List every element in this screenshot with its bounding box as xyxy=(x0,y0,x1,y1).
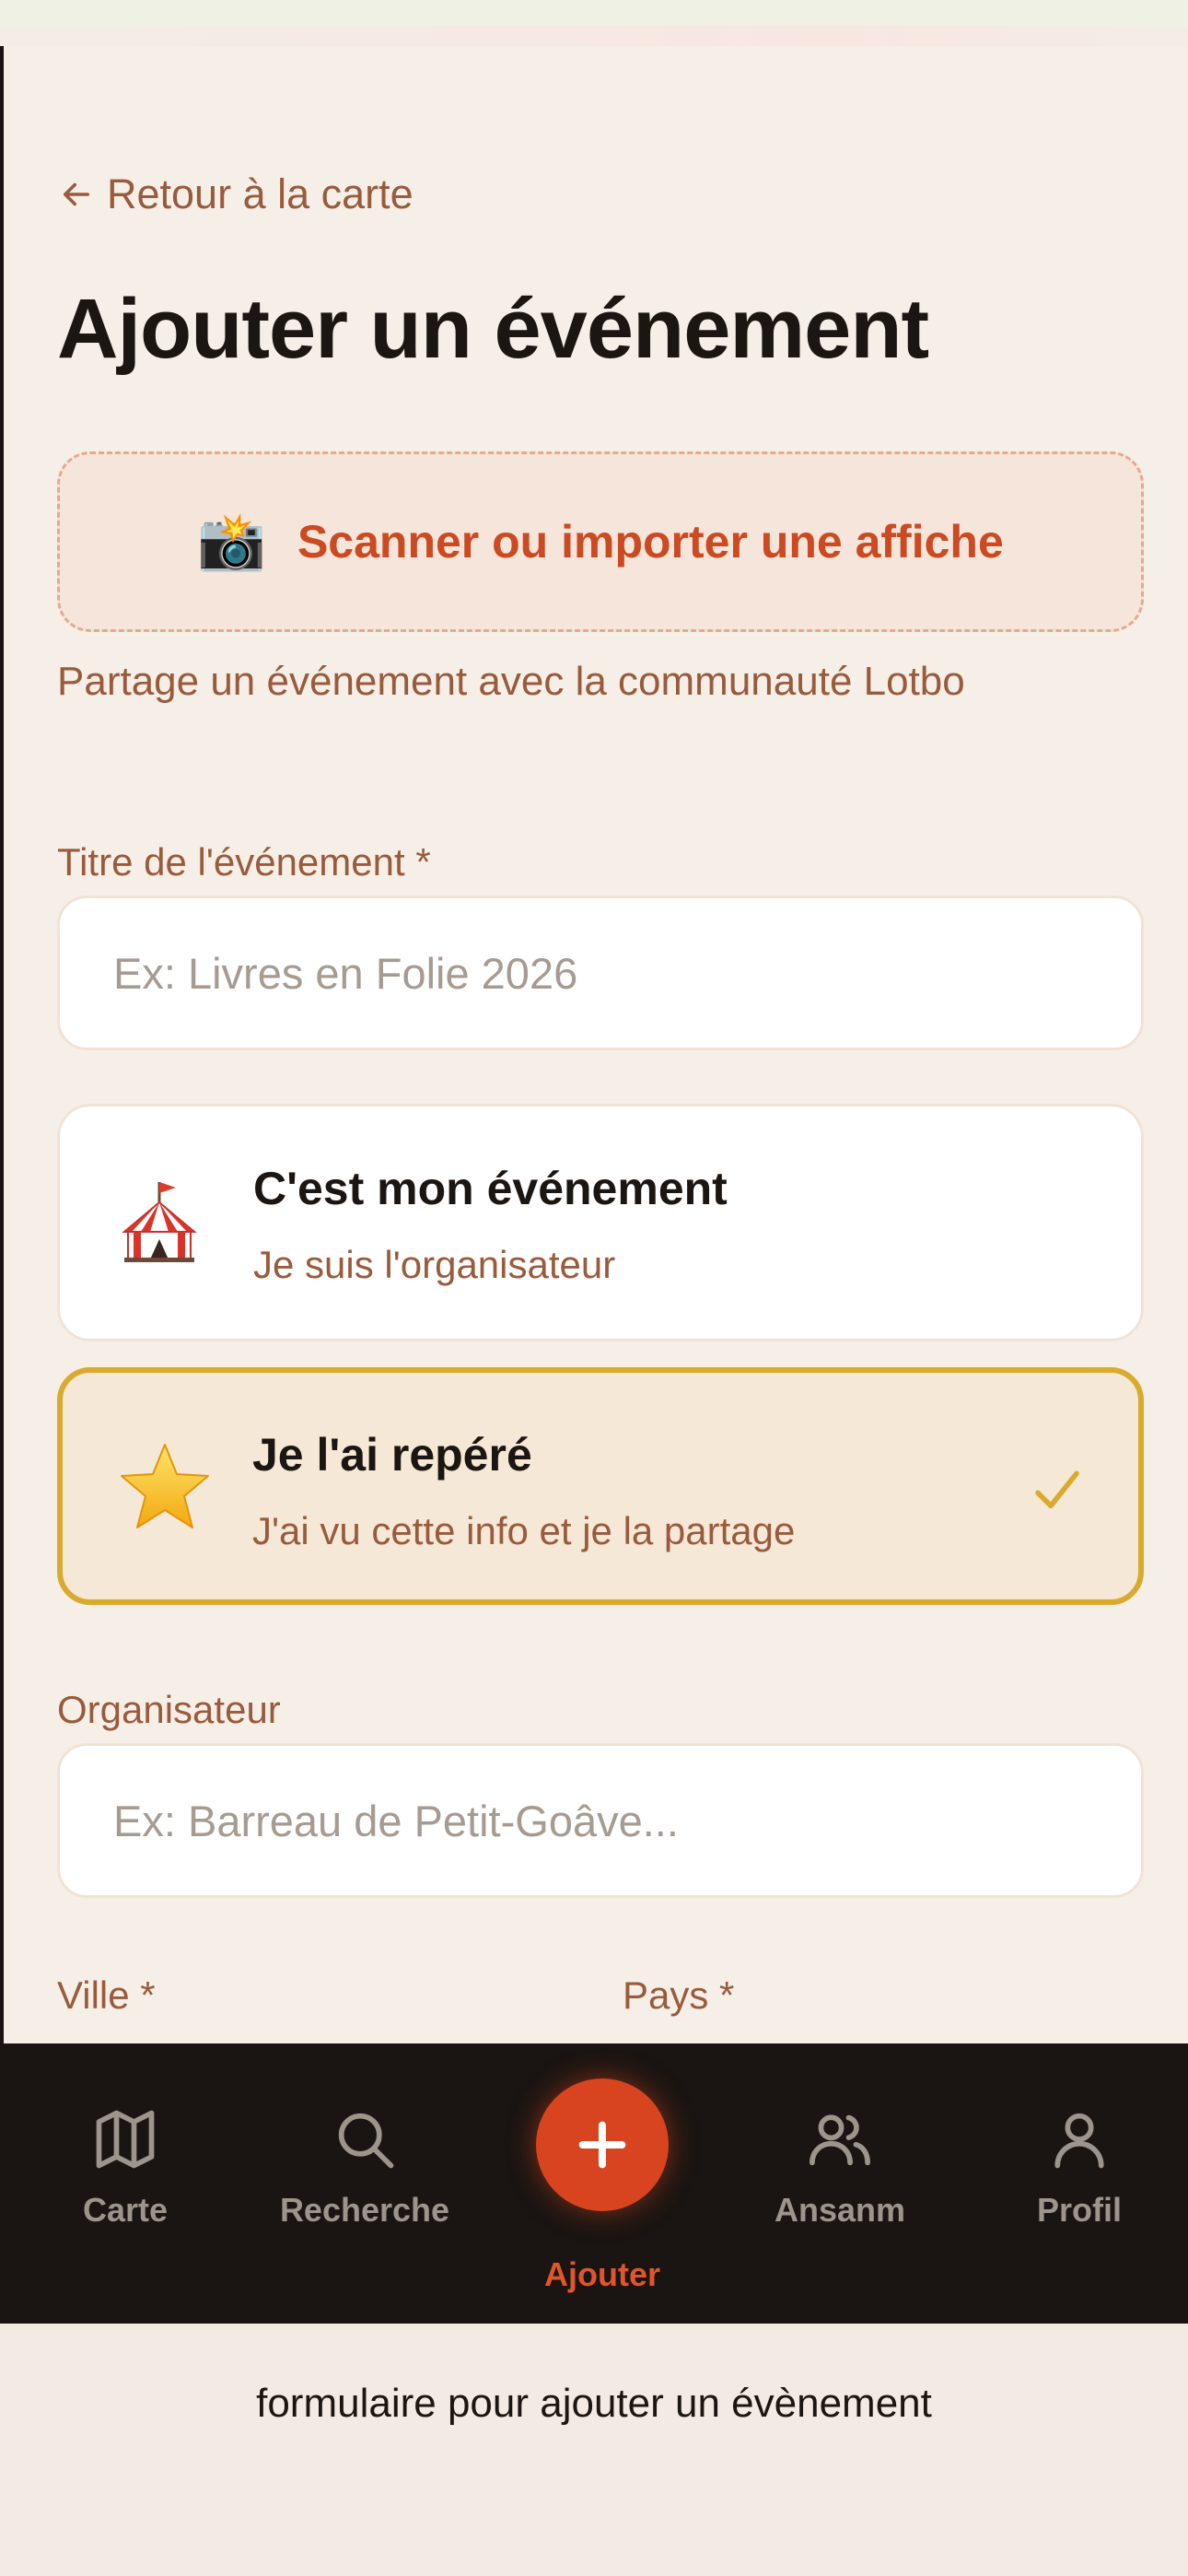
city-field-label: Ville * xyxy=(57,1973,156,2017)
organizer-input[interactable] xyxy=(113,1795,1088,1846)
bottom-tab-bar: Carte Recherche Ajouter Ansanm Profil xyxy=(4,2043,1188,2324)
scan-button-label: Scanner ou importer une affiche xyxy=(297,516,1004,568)
arrow-left-icon xyxy=(64,182,89,206)
title-field-container xyxy=(57,896,1144,1050)
organizer-field-label: Organisateur xyxy=(57,1688,281,1731)
screenshot-caption: formulaire pour ajouter un évènement xyxy=(256,2381,932,2426)
star-icon xyxy=(121,1444,209,1528)
tab-label: Recherche xyxy=(279,2191,450,2229)
title-field-label: Titre de l'événement * xyxy=(57,840,431,884)
tab-label: Profil xyxy=(1036,2191,1122,2229)
choice-spotted-event[interactable]: Je l'ai repéré J'ai vu cette info et je … xyxy=(57,1367,1144,1605)
circus-tent-icon xyxy=(122,1182,197,1262)
tab-profil[interactable]: Profil xyxy=(978,2104,1181,2270)
scan-poster-button[interactable]: 📸 Scanner ou importer une affiche xyxy=(57,451,1144,632)
choice-title: C'est mon événement xyxy=(253,1163,728,1214)
tab-carte[interactable]: Carte xyxy=(24,2104,227,2270)
event-title-input[interactable] xyxy=(113,947,1088,999)
tab-ansanm[interactable]: Ansanm xyxy=(739,2104,941,2270)
map-icon xyxy=(96,2110,155,2169)
search-icon xyxy=(338,2113,394,2169)
back-link-label: Retour à la carte xyxy=(107,170,413,217)
page-subtitle: Partage un événement avec la communauté … xyxy=(57,659,965,704)
users-icon xyxy=(809,2114,870,2166)
country-field-label: Pays * xyxy=(623,1973,735,2017)
tab-label: Carte xyxy=(82,2191,169,2229)
status-strip xyxy=(0,0,1188,46)
tab-label-ajouter[interactable]: Ajouter xyxy=(501,2255,704,2294)
back-to-map-link[interactable]: Retour à la carte xyxy=(57,170,413,218)
check-icon xyxy=(1035,1470,1079,1509)
choice-title: Je l'ai repéré xyxy=(252,1429,532,1481)
add-event-button[interactable] xyxy=(536,2078,669,2211)
page-title: Ajouter un événement xyxy=(57,282,929,376)
camera-flash-icon: 📸 xyxy=(197,510,266,572)
tab-label: Ansanm xyxy=(774,2191,906,2229)
app-screen: Retour à la carte Ajouter un événement 📸… xyxy=(0,46,1188,2324)
choice-description: J'ai vu cette info et je la partage xyxy=(252,1509,796,1552)
tab-recherche[interactable]: Recherche xyxy=(263,2104,466,2270)
choice-my-event[interactable]: C'est mon événement Je suis l'organisate… xyxy=(57,1104,1144,1341)
plus-icon xyxy=(578,2121,626,2169)
organizer-field-container xyxy=(57,1743,1144,1898)
user-icon xyxy=(1054,2113,1104,2169)
choice-description: Je suis l'organisateur xyxy=(253,1243,616,1286)
